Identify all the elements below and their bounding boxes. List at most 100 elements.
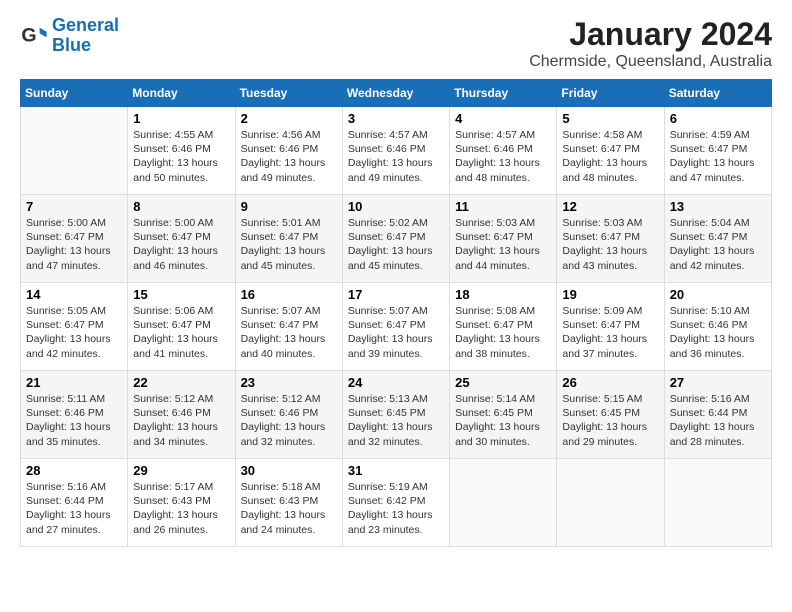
calendar-cell: 26Sunrise: 5:15 AM Sunset: 6:45 PM Dayli… <box>557 371 664 459</box>
cell-content: Sunrise: 5:00 AM Sunset: 6:47 PM Dayligh… <box>133 216 229 273</box>
cell-content: Sunrise: 4:58 AM Sunset: 6:47 PM Dayligh… <box>562 128 658 185</box>
day-number: 12 <box>562 199 658 214</box>
day-number: 20 <box>670 287 766 302</box>
cell-content: Sunrise: 5:16 AM Sunset: 6:44 PM Dayligh… <box>26 480 122 537</box>
calendar-table: SundayMondayTuesdayWednesdayThursdayFrid… <box>20 79 772 547</box>
calendar-cell: 24Sunrise: 5:13 AM Sunset: 6:45 PM Dayli… <box>342 371 449 459</box>
calendar-cell: 3 Sunrise: 4:57 AM Sunset: 6:46 PM Daylig… <box>342 107 449 195</box>
cell-content: Sunrise: 5:19 AM Sunset: 6:42 PM Dayligh… <box>348 480 444 537</box>
logo-line1: General <box>52 15 119 35</box>
cell-content: Sunrise: 4:57 AM Sunset: 6:46 PM Dayligh… <box>455 128 551 185</box>
calendar-cell: 18 Sunrise: 5:08 AM Sunset: 6:47 PM Dayli… <box>450 283 557 371</box>
calendar-cell: 11 Sunrise: 5:03 AM Sunset: 6:47 PM Dayli… <box>450 195 557 283</box>
header-row: SundayMondayTuesdayWednesdayThursdayFrid… <box>21 80 772 107</box>
day-number: 8 <box>133 199 229 214</box>
day-number: 27 <box>670 375 766 390</box>
cell-content: Sunrise: 5:08 AM Sunset: 6:47 PM Dayligh… <box>455 304 551 361</box>
cell-content: Sunrise: 5:05 AM Sunset: 6:47 PM Dayligh… <box>26 304 122 361</box>
cell-content: Sunrise: 4:55 AM Sunset: 6:46 PM Dayligh… <box>133 128 229 185</box>
cell-content: Sunrise: 5:03 AM Sunset: 6:47 PM Dayligh… <box>455 216 551 273</box>
day-number: 9 <box>241 199 337 214</box>
day-number: 13 <box>670 199 766 214</box>
day-number: 25 <box>455 375 551 390</box>
day-number: 14 <box>26 287 122 302</box>
calendar-cell: 16 Sunrise: 5:07 AM Sunset: 6:47 PM Dayli… <box>235 283 342 371</box>
cell-content: Sunrise: 5:12 AM Sunset: 6:46 PM Dayligh… <box>241 392 337 449</box>
calendar-cell: 27 Sunrise: 5:16 AM Sunset: 6:44 PM Dayli… <box>664 371 771 459</box>
day-number: 30 <box>241 463 337 478</box>
calendar-cell: 9 Sunrise: 5:01 AM Sunset: 6:47 PM Daylig… <box>235 195 342 283</box>
calendar-cell: 17Sunrise: 5:07 AM Sunset: 6:47 PM Dayli… <box>342 283 449 371</box>
day-number: 11 <box>455 199 551 214</box>
calendar-cell: 12 Sunrise: 5:03 AM Sunset: 6:47 PM Dayli… <box>557 195 664 283</box>
header-saturday: Saturday <box>664 80 771 107</box>
day-number: 7 <box>26 199 122 214</box>
day-number: 18 <box>455 287 551 302</box>
logo-text: General Blue <box>52 16 119 56</box>
cell-content: Sunrise: 5:14 AM Sunset: 6:45 PM Dayligh… <box>455 392 551 449</box>
main-title: January 2024 <box>529 16 772 53</box>
day-number: 26 <box>562 375 658 390</box>
calendar-cell: 31Sunrise: 5:19 AM Sunset: 6:42 PM Dayli… <box>342 459 449 547</box>
cell-content: Sunrise: 5:10 AM Sunset: 6:46 PM Dayligh… <box>670 304 766 361</box>
calendar-cell: 10Sunrise: 5:02 AM Sunset: 6:47 PM Dayli… <box>342 195 449 283</box>
calendar-body: 1Sunrise: 4:55 AM Sunset: 6:46 PM Daylig… <box>21 107 772 547</box>
calendar-cell: 29Sunrise: 5:17 AM Sunset: 6:43 PM Dayli… <box>128 459 235 547</box>
calendar-cell: 6 Sunrise: 4:59 AM Sunset: 6:47 PM Daylig… <box>664 107 771 195</box>
day-number: 22 <box>133 375 229 390</box>
calendar-cell: 5 Sunrise: 4:58 AM Sunset: 6:47 PM Daylig… <box>557 107 664 195</box>
calendar-cell: 21 Sunrise: 5:11 AM Sunset: 6:46 PM Dayli… <box>21 371 128 459</box>
day-number: 4 <box>455 111 551 126</box>
header-wednesday: Wednesday <box>342 80 449 107</box>
calendar-cell <box>557 459 664 547</box>
cell-content: Sunrise: 5:07 AM Sunset: 6:47 PM Dayligh… <box>348 304 444 361</box>
calendar-cell: 22Sunrise: 5:12 AM Sunset: 6:46 PM Dayli… <box>128 371 235 459</box>
week-row-2: 14 Sunrise: 5:05 AM Sunset: 6:47 PM Dayli… <box>21 283 772 371</box>
cell-content: Sunrise: 5:17 AM Sunset: 6:43 PM Dayligh… <box>133 480 229 537</box>
cell-content: Sunrise: 5:04 AM Sunset: 6:47 PM Dayligh… <box>670 216 766 273</box>
title-block: January 2024 Chermside, Queensland, Aust… <box>529 16 772 71</box>
week-row-1: 7 Sunrise: 5:00 AM Sunset: 6:47 PM Daylig… <box>21 195 772 283</box>
calendar-cell <box>450 459 557 547</box>
day-number: 19 <box>562 287 658 302</box>
cell-content: Sunrise: 5:11 AM Sunset: 6:46 PM Dayligh… <box>26 392 122 449</box>
calendar-cell <box>664 459 771 547</box>
logo: G General Blue <box>20 16 119 56</box>
day-number: 15 <box>133 287 229 302</box>
day-number: 21 <box>26 375 122 390</box>
calendar-cell: 28 Sunrise: 5:16 AM Sunset: 6:44 PM Dayli… <box>21 459 128 547</box>
day-number: 6 <box>670 111 766 126</box>
day-number: 3 <box>348 111 444 126</box>
calendar-cell: 30 Sunrise: 5:18 AM Sunset: 6:43 PM Dayli… <box>235 459 342 547</box>
day-number: 23 <box>241 375 337 390</box>
cell-content: Sunrise: 5:07 AM Sunset: 6:47 PM Dayligh… <box>241 304 337 361</box>
day-number: 5 <box>562 111 658 126</box>
cell-content: Sunrise: 5:01 AM Sunset: 6:47 PM Dayligh… <box>241 216 337 273</box>
day-number: 28 <box>26 463 122 478</box>
cell-content: Sunrise: 5:06 AM Sunset: 6:47 PM Dayligh… <box>133 304 229 361</box>
cell-content: Sunrise: 4:59 AM Sunset: 6:47 PM Dayligh… <box>670 128 766 185</box>
header-friday: Friday <box>557 80 664 107</box>
header-monday: Monday <box>128 80 235 107</box>
cell-content: Sunrise: 4:57 AM Sunset: 6:46 PM Dayligh… <box>348 128 444 185</box>
calendar-cell: 4 Sunrise: 4:57 AM Sunset: 6:46 PM Daylig… <box>450 107 557 195</box>
week-row-3: 21 Sunrise: 5:11 AM Sunset: 6:46 PM Dayli… <box>21 371 772 459</box>
cell-content: Sunrise: 5:18 AM Sunset: 6:43 PM Dayligh… <box>241 480 337 537</box>
week-row-0: 1Sunrise: 4:55 AM Sunset: 6:46 PM Daylig… <box>21 107 772 195</box>
day-number: 16 <box>241 287 337 302</box>
calendar-cell: 14 Sunrise: 5:05 AM Sunset: 6:47 PM Dayli… <box>21 283 128 371</box>
cell-content: Sunrise: 4:56 AM Sunset: 6:46 PM Dayligh… <box>241 128 337 185</box>
week-row-4: 28 Sunrise: 5:16 AM Sunset: 6:44 PM Dayli… <box>21 459 772 547</box>
cell-content: Sunrise: 5:09 AM Sunset: 6:47 PM Dayligh… <box>562 304 658 361</box>
header-sunday: Sunday <box>21 80 128 107</box>
cell-content: Sunrise: 5:03 AM Sunset: 6:47 PM Dayligh… <box>562 216 658 273</box>
logo-line2: Blue <box>52 36 119 56</box>
header-thursday: Thursday <box>450 80 557 107</box>
calendar-cell: 13 Sunrise: 5:04 AM Sunset: 6:47 PM Dayli… <box>664 195 771 283</box>
calendar-header: SundayMondayTuesdayWednesdayThursdayFrid… <box>21 80 772 107</box>
calendar-cell: 2Sunrise: 4:56 AM Sunset: 6:46 PM Daylig… <box>235 107 342 195</box>
header-tuesday: Tuesday <box>235 80 342 107</box>
cell-content: Sunrise: 5:16 AM Sunset: 6:44 PM Dayligh… <box>670 392 766 449</box>
cell-content: Sunrise: 5:00 AM Sunset: 6:47 PM Dayligh… <box>26 216 122 273</box>
calendar-cell: 8 Sunrise: 5:00 AM Sunset: 6:47 PM Daylig… <box>128 195 235 283</box>
